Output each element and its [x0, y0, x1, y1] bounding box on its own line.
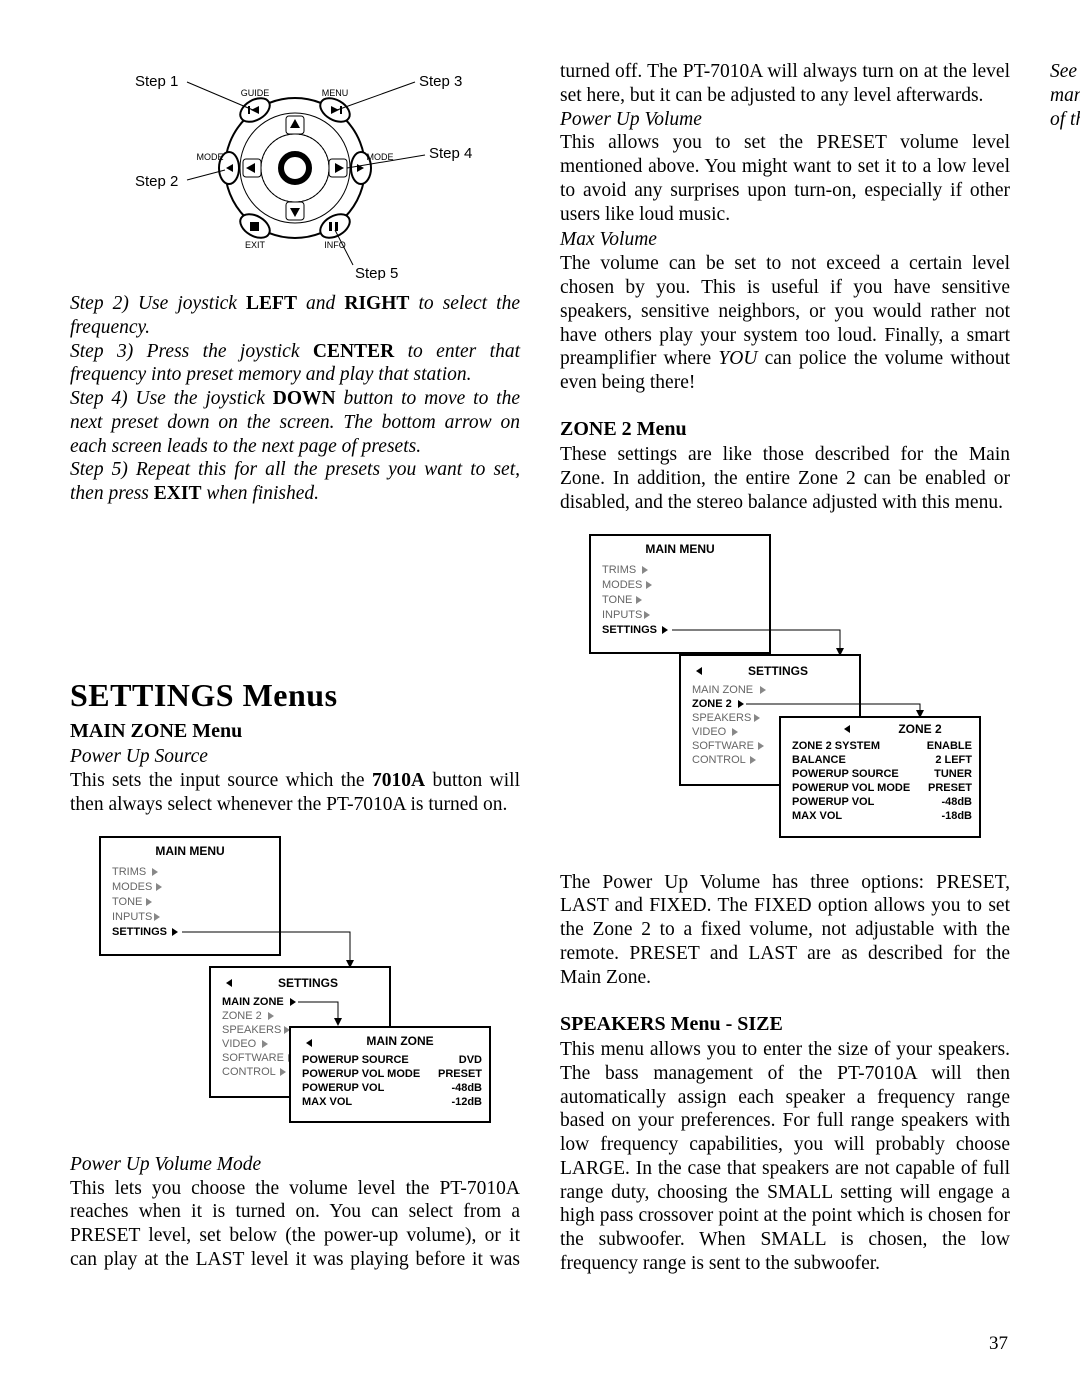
svg-text:BALANCE: BALANCE — [792, 754, 846, 766]
svg-text:2 LEFT: 2 LEFT — [935, 754, 972, 766]
maxvol-body: The volume can be set to not exceed a ce… — [560, 252, 1010, 395]
svg-text:ENABLE: ENABLE — [927, 740, 972, 752]
settings-title: SETTINGS Menus — [70, 676, 520, 715]
svg-text:-48dB: -48dB — [451, 1082, 482, 1094]
step4-text: Step 4) Use the joystick DOWN button to … — [70, 387, 520, 458]
svg-text:-12dB: -12dB — [451, 1096, 482, 1108]
label-guide: GUIDE — [241, 88, 270, 98]
puvm-head: Power Up Volume Mode — [70, 1153, 520, 1177]
zone2-body: These settings are like those described … — [560, 443, 1010, 514]
svg-text:SPEAKERS: SPEAKERS — [692, 712, 751, 724]
page-number: 37 — [989, 1332, 1008, 1355]
svg-text:ZONE 2 SYSTEM: ZONE 2 SYSTEM — [792, 740, 880, 752]
svg-text:MAIN ZONE: MAIN ZONE — [692, 684, 753, 696]
zone2-menu-diagram: MAIN MENU TRIMS MODES TONE INPUTS SETTIN… — [560, 525, 1010, 845]
step2-text: Step 2) Use joystick LEFT and RIGHT to s… — [70, 292, 520, 340]
svg-text:POWERUP VOL: POWERUP VOL — [302, 1082, 385, 1094]
step1-label: Step 1 — [135, 73, 178, 90]
puv-body: This allows you to set the PRESET volume… — [560, 131, 1010, 226]
step3-text: Step 3) Press the joystick CENTER to ent… — [70, 340, 520, 388]
svg-text:CONTROL: CONTROL — [692, 754, 746, 766]
powerup-source-body: This sets the input source which the 701… — [70, 769, 520, 817]
svg-text:SETTINGS: SETTINGS — [278, 976, 338, 990]
svg-text:POWERUP VOL MODE: POWERUP VOL MODE — [792, 782, 910, 794]
svg-text:-18dB: -18dB — [941, 810, 972, 822]
joystick-diagram: GUIDE MENU MODE MODE EXIT INFO Step 1 St… — [70, 60, 520, 280]
step4-label: Step 4 — [429, 145, 472, 162]
svg-text:TRIMS: TRIMS — [602, 564, 636, 576]
speakers-body: This menu allows you to enter the size o… — [560, 1038, 1010, 1276]
step2-label: Step 2 — [135, 173, 178, 190]
svg-text:INPUTS: INPUTS — [602, 609, 642, 621]
svg-text:POWERUP SOURCE: POWERUP SOURCE — [302, 1054, 409, 1066]
crossref: See pages 40 and 42 for more details on … — [1050, 60, 1080, 131]
svg-text:MODES: MODES — [112, 881, 152, 893]
label-mode-l: MODE — [197, 152, 224, 162]
step3-label: Step 3 — [419, 73, 462, 90]
svg-text:ZONE 2: ZONE 2 — [898, 722, 942, 736]
svg-text:PRESET: PRESET — [438, 1068, 482, 1080]
label-exit: EXIT — [245, 240, 266, 250]
svg-text:TONE: TONE — [112, 896, 142, 908]
svg-text:PRESET: PRESET — [928, 782, 972, 794]
svg-text:SETTINGS: SETTINGS — [748, 664, 808, 678]
svg-text:TONE: TONE — [602, 594, 632, 606]
speakers-heading: SPEAKERS Menu - SIZE — [560, 1012, 1010, 1036]
mainzone-menu-diagram: MAIN MENU TRIMS MODES TONE INPUTS SETTIN… — [70, 827, 520, 1127]
svg-text:MODES: MODES — [602, 579, 642, 591]
svg-text:MAIN MENU: MAIN MENU — [645, 542, 714, 556]
svg-text:MAX VOL: MAX VOL — [792, 810, 842, 822]
zone2-heading: ZONE 2 Menu — [560, 417, 1010, 441]
svg-text:DVD: DVD — [459, 1054, 482, 1066]
svg-text:POWERUP VOL MODE: POWERUP VOL MODE — [302, 1068, 420, 1080]
step5-label: Step 5 — [355, 265, 398, 280]
svg-text:SOFTWARE: SOFTWARE — [222, 1052, 284, 1064]
svg-text:SETTINGS: SETTINGS — [602, 624, 657, 636]
svg-text:SOFTWARE: SOFTWARE — [692, 740, 754, 752]
svg-text:POWERUP VOL: POWERUP VOL — [792, 796, 875, 808]
svg-text:VIDEO: VIDEO — [222, 1038, 257, 1050]
label-menu: MENU — [322, 88, 349, 98]
svg-text:MAIN ZONE: MAIN ZONE — [366, 1034, 433, 1048]
svg-text:VIDEO: VIDEO — [692, 726, 727, 738]
svg-text:TRIMS: TRIMS — [112, 866, 146, 878]
svg-text:ZONE 2: ZONE 2 — [222, 1010, 262, 1022]
powerup-source-head: Power Up Source — [70, 745, 520, 769]
svg-text:SPEAKERS: SPEAKERS — [222, 1024, 281, 1036]
puv-head: Power Up Volume — [560, 108, 1010, 132]
svg-text:MAIN ZONE: MAIN ZONE — [222, 996, 284, 1008]
svg-text:POWERUP SOURCE: POWERUP SOURCE — [792, 768, 899, 780]
svg-text:MAX VOL: MAX VOL — [302, 1096, 352, 1108]
svg-text:ZONE 2: ZONE 2 — [692, 698, 732, 710]
step5-text: Step 5) Repeat this for all the presets … — [70, 458, 520, 506]
maxvol-head: Max Volume — [560, 228, 1010, 252]
mainzone-heading: MAIN ZONE Menu — [70, 719, 520, 743]
svg-text:MAIN MENU: MAIN MENU — [155, 844, 224, 858]
svg-text:SETTINGS: SETTINGS — [112, 926, 167, 938]
svg-text:-48dB: -48dB — [941, 796, 972, 808]
svg-text:CONTROL: CONTROL — [222, 1066, 276, 1078]
svg-text:TUNER: TUNER — [934, 768, 972, 780]
zone2-puv-body: The Power Up Volume has three options: P… — [560, 871, 1010, 990]
svg-text:INPUTS: INPUTS — [112, 911, 152, 923]
